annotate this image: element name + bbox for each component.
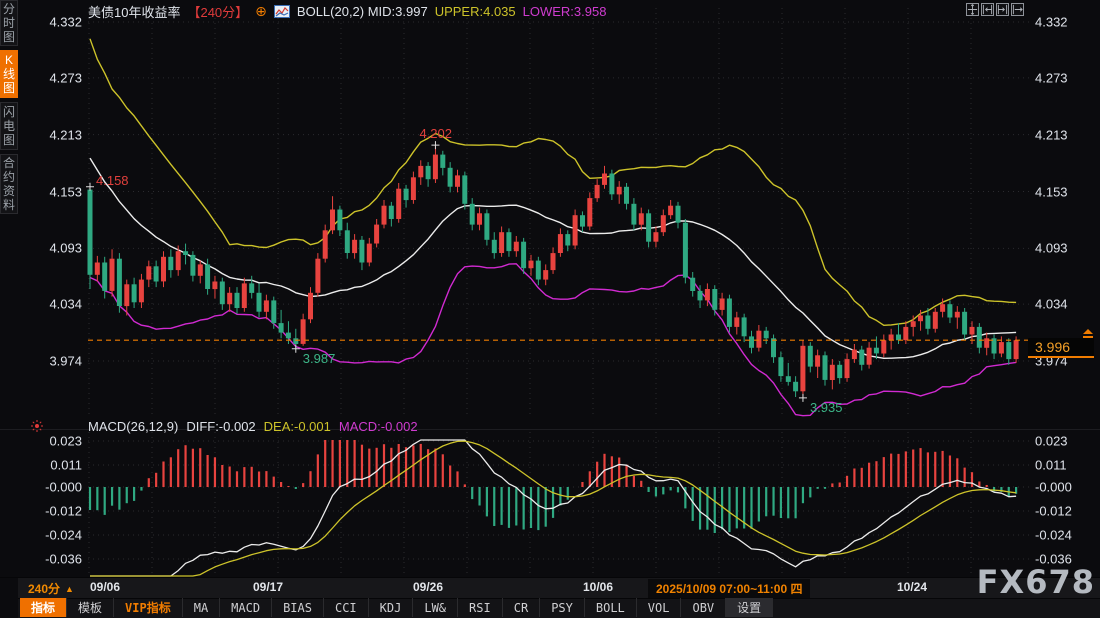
price-direction-icon	[1081, 327, 1095, 342]
price-axis-label-left: 4.332	[22, 15, 82, 30]
macd-axis-label-right: 0.023	[1035, 434, 1095, 449]
macd-axis-label-right: 0.011	[1035, 458, 1095, 473]
period-selector[interactable]: 240分 ▲	[28, 580, 74, 597]
x-tick-label: 10/06	[583, 580, 613, 594]
toolbar-item-boll[interactable]: BOLL	[585, 598, 637, 617]
price-axis-label-left: 4.213	[22, 127, 82, 142]
sidebar-tab-kline-chart[interactable]: K线图	[0, 50, 18, 98]
toolbar-item-macd[interactable]: MACD	[220, 598, 272, 617]
shift-right-icon[interactable]	[1011, 3, 1024, 16]
x-tick-label: 09/17	[253, 580, 283, 594]
price-axis-label-left: 4.093	[22, 241, 82, 256]
sidebar-tab-contract-info[interactable]: 合约资料	[0, 154, 18, 214]
x-tick-label: 09/26	[413, 580, 443, 594]
boll-upper-label: UPPER:4.035	[435, 4, 516, 19]
indicator-settings-icon[interactable]	[30, 419, 44, 436]
toolbar-item-lw[interactable]: LW&	[413, 598, 458, 617]
macd-axis-label-right: -0.000	[1035, 480, 1095, 495]
macd-axis-label-right: -0.036	[1035, 552, 1095, 567]
price-axis-label-left: 4.034	[22, 297, 82, 312]
dropdown-arrow-icon: ▲	[65, 584, 74, 594]
indicator-toolbar: 指标模板VIP指标MAMACDBIASCCIKDJLW&RSICRPSYBOLL…	[20, 598, 773, 617]
toolbar-item-bias[interactable]: BIAS	[272, 598, 324, 617]
price-axis-label-left: 4.153	[22, 184, 82, 199]
toolbar-item-cci[interactable]: CCI	[324, 598, 369, 617]
boll-lower-label: LOWER:3.958	[523, 4, 607, 19]
toolbar-item-zhibiao[interactable]: 指标	[20, 598, 67, 617]
session-info-box: 2025/10/09 07:00~11:00 四	[648, 579, 810, 598]
chart-header: 美债10年收益率 【240分】 ⊕ BOLL(20,2) MID:3.997 U…	[88, 3, 606, 19]
macd-axis-label-left: -0.024	[22, 528, 82, 543]
sidebar-tab-flash-chart[interactable]: 闪电图	[0, 102, 18, 150]
x-tick-label: 10/24	[897, 580, 927, 594]
price-axis-label-right: 4.034	[1035, 297, 1095, 312]
toolbar-item-moban[interactable]: 模板	[67, 598, 114, 617]
macd-axis-label-right: -0.024	[1035, 528, 1095, 543]
price-annotation: 3.987	[303, 351, 336, 366]
price-annotation: 4.202	[419, 126, 452, 141]
macd-axis-label-left: 0.011	[22, 458, 82, 473]
toolbar-item-vip-zhibiao[interactable]: VIP指标	[114, 598, 183, 617]
macd-header: MACD(26,12,9) DIFF:-0.002 DEA:-0.001 MAC…	[88, 419, 418, 434]
compress-right-icon[interactable]	[996, 3, 1009, 16]
toolbar-item-ma[interactable]: MA	[183, 598, 220, 617]
macd-axis-label-left: -0.036	[22, 552, 82, 567]
macd-diff-label: DIFF:-0.002	[186, 419, 255, 434]
kline-chart-canvas[interactable]	[0, 0, 1100, 617]
crosshair-icon[interactable]: ⊕	[255, 4, 267, 18]
price-axis-label-right: 4.153	[1035, 184, 1095, 199]
macd-macd-label: MACD:-0.002	[339, 419, 418, 434]
price-axis-label-right: 4.273	[1035, 70, 1095, 85]
symbol-title: 美债10年收益率	[88, 2, 180, 21]
price-annotation: 3.935	[810, 400, 843, 415]
window-controls	[966, 3, 1024, 16]
macd-formula-label: MACD(26,12,9)	[88, 419, 178, 434]
macd-axis-label-left: -0.012	[22, 504, 82, 519]
toolbar-item-obv[interactable]: OBV	[681, 598, 726, 617]
price-axis-label-left: 3.974	[22, 354, 82, 369]
toolbar-item-shezhi[interactable]: 设置	[726, 598, 773, 617]
toolbar-item-kdj[interactable]: KDJ	[369, 598, 414, 617]
sidebar-tab-time-chart[interactable]: 分时图	[0, 0, 18, 46]
price-axis-label-right: 4.332	[1035, 15, 1095, 30]
period-tag: 【240分】	[187, 2, 248, 21]
toolbar-item-vol[interactable]: VOL	[637, 598, 682, 617]
price-axis-label-right: 4.093	[1035, 241, 1095, 256]
pan-move-icon[interactable]	[966, 3, 979, 16]
macd-axis-label-left: -0.000	[22, 480, 82, 495]
x-tick-label: 09/06	[90, 580, 120, 594]
boll-mid-label: BOLL(20,2) MID:3.997	[297, 4, 428, 19]
toolbar-item-psy[interactable]: PSY	[540, 598, 585, 617]
price-annotation: 4.158	[96, 173, 129, 188]
period-selector-label: 240分	[28, 580, 60, 597]
toolbar-item-rsi[interactable]: RSI	[458, 598, 503, 617]
toolbar-item-cr[interactable]: CR	[503, 598, 540, 617]
price-axis-label-right: 4.213	[1035, 127, 1095, 142]
price-axis-label-left: 4.273	[22, 70, 82, 85]
chart-type-sidebar: 分时图 K线图闪电图合约资料	[0, 0, 20, 214]
macd-axis-label-right: -0.012	[1035, 504, 1095, 519]
compress-left-icon[interactable]	[981, 3, 994, 16]
macd-dea-label: DEA:-0.001	[264, 419, 331, 434]
chart-style-icon[interactable]	[274, 5, 290, 18]
